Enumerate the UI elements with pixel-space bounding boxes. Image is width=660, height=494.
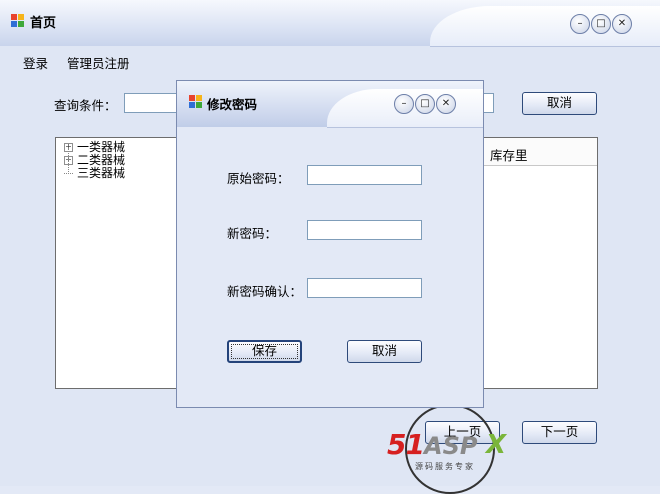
confirm-password-label: 新密码确认：	[227, 284, 303, 299]
main-titlebar[interactable]: 首页 – □ ✕	[0, 0, 660, 47]
watermark-logo: ASP	[424, 432, 478, 460]
confirm-password-field[interactable]	[307, 278, 422, 298]
tree-item-label: 二类器械	[77, 153, 126, 167]
new-password-field[interactable]	[307, 220, 422, 240]
app-icon	[11, 14, 25, 28]
save-button[interactable]: 保存	[227, 340, 302, 363]
original-password-field[interactable]	[307, 165, 422, 185]
menu-item-login[interactable]: 登录	[23, 53, 48, 72]
maximize-icon[interactable]: □	[415, 94, 435, 114]
original-password-label: 原始密码：	[227, 171, 290, 186]
tree-item-label: 三类器械	[77, 166, 126, 180]
menu-item-admin-register[interactable]: 管理员注册	[67, 53, 130, 72]
maximize-icon[interactable]: □	[591, 14, 611, 34]
close-icon[interactable]: ✕	[436, 94, 456, 114]
cancel-button[interactable]: 取消	[522, 92, 597, 115]
menu-bar: 登录 管理员注册	[0, 46, 660, 74]
column-header-stock[interactable]: 库存里	[490, 145, 528, 164]
minimize-icon[interactable]: –	[394, 94, 414, 114]
category-tree: + 一类器械 + 二类器械 三类器械	[55, 137, 185, 389]
watermark-logo: 51	[387, 428, 425, 461]
dialog-titlebar[interactable]: 修改密码 – □ ✕	[177, 81, 483, 128]
close-icon[interactable]: ✕	[612, 14, 632, 34]
dialog-title: 修改密码	[207, 97, 258, 112]
minimize-icon[interactable]: –	[570, 14, 590, 34]
app-icon	[189, 95, 203, 109]
change-password-dialog: 修改密码 – □ ✕ 原始密码： 新密码： 新密码确认： 保存 取消	[176, 80, 484, 408]
new-password-label: 新密码：	[227, 226, 278, 241]
next-page-button[interactable]: 下一页	[522, 421, 597, 444]
search-label: 查询条件：	[54, 98, 117, 113]
watermark-tagline: 源码服务专家	[415, 462, 475, 471]
watermark-logo: X	[486, 430, 507, 460]
tree-item-label: 一类器械	[77, 140, 126, 154]
tree-line	[68, 148, 70, 174]
dialog-cancel-button[interactable]: 取消	[347, 340, 422, 363]
window-title: 首页	[30, 16, 57, 31]
tree-item[interactable]: 三类器械	[64, 167, 125, 180]
